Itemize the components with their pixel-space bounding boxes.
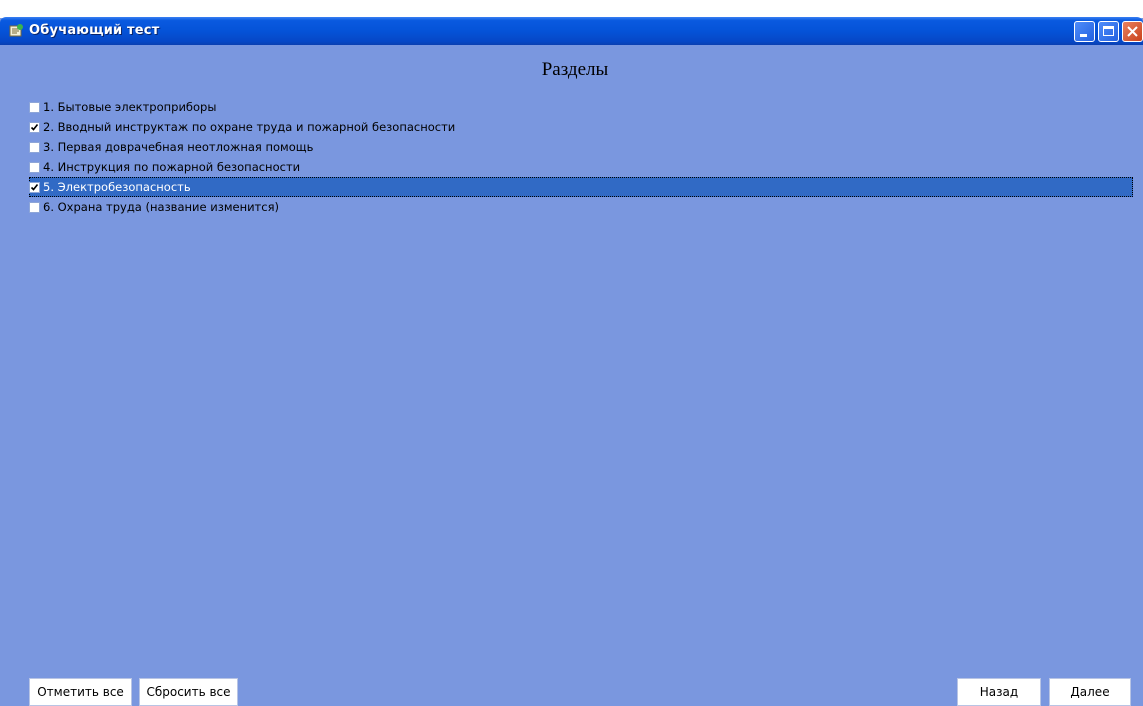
- section-label: 2. Вводный инструктаж по охране труда и …: [43, 119, 456, 134]
- close-button[interactable]: [1122, 21, 1143, 42]
- main-content: Разделы 1. Бытовые электроприборы 2. Вво…: [7, 45, 1143, 706]
- section-item-1[interactable]: 1. Бытовые электроприборы: [29, 97, 1133, 117]
- section-item-2[interactable]: 2. Вводный инструктаж по охране труда и …: [29, 117, 1133, 137]
- section-label: 1. Бытовые электроприборы: [43, 99, 217, 114]
- minimize-button[interactable]: [1074, 21, 1095, 42]
- app-icon: [8, 23, 24, 39]
- maximize-button[interactable]: [1098, 21, 1119, 42]
- background-app-strip: [0, 0, 1143, 18]
- section-label: 6. Охрана труда (название изменится): [43, 199, 279, 214]
- page-title: Разделы: [541, 59, 609, 80]
- sections-list: 1. Бытовые электроприборы 2. Вводный инс…: [29, 97, 1133, 217]
- section-checkbox[interactable]: [29, 141, 40, 153]
- checkmark-icon: [30, 183, 39, 191]
- section-checkbox[interactable]: [29, 101, 40, 113]
- title-bar[interactable]: Обучающий тест: [0, 17, 1143, 45]
- section-checkbox[interactable]: [29, 181, 40, 193]
- section-label: 3. Первая доврачебная неотложная помощь: [43, 139, 314, 154]
- section-label: 5. Электробезопасность: [43, 179, 191, 194]
- app-window: Обучающий тест Разделы 1. Бытовые электр…: [0, 0, 1143, 706]
- back-button[interactable]: Назад: [957, 678, 1041, 706]
- reset-all-button[interactable]: Сбросить все: [139, 678, 238, 706]
- section-item-3[interactable]: 3. Первая доврачебная неотложная помощь: [29, 137, 1133, 157]
- section-label: 4. Инструкция по пожарной безопасности: [43, 159, 301, 174]
- next-button[interactable]: Далее: [1049, 678, 1131, 706]
- select-all-button[interactable]: Отметить все: [29, 678, 132, 706]
- section-item-6[interactable]: 6. Охрана труда (название изменится): [29, 197, 1133, 217]
- section-item-4[interactable]: 4. Инструкция по пожарной безопасности: [29, 157, 1133, 177]
- window-title: Обучающий тест: [29, 23, 160, 38]
- section-checkbox[interactable]: [29, 121, 40, 133]
- section-item-5[interactable]: 5. Электробезопасность: [29, 177, 1133, 197]
- section-checkbox[interactable]: [29, 161, 40, 173]
- section-checkbox[interactable]: [29, 201, 40, 213]
- close-icon: [1127, 26, 1138, 37]
- checkmark-icon: [30, 123, 39, 131]
